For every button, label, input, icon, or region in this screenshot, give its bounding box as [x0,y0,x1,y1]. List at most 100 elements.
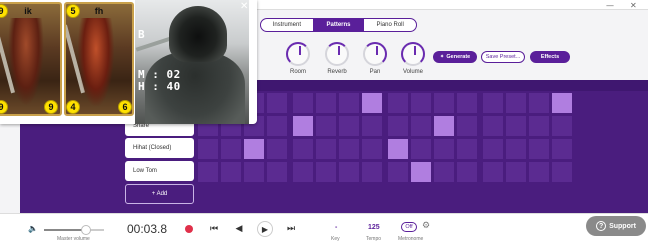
pan-knob-dial[interactable] [363,42,387,66]
game-card-ik[interactable]: ik 9 9 9 [0,2,62,116]
step-cell[interactable] [388,162,408,182]
step-cell[interactable] [434,162,454,182]
step-cell[interactable] [529,93,549,113]
step-cell[interactable] [411,116,431,136]
step-cell[interactable] [267,93,287,113]
step-cell[interactable] [457,162,477,182]
step-cell[interactable] [483,116,503,136]
step-cell[interactable] [221,162,241,182]
step-cell[interactable] [529,116,549,136]
volume-knob-dial[interactable] [401,42,425,66]
master-volume-label: Master volume [57,236,90,242]
skip-forward-button[interactable]: ⏭ [284,222,298,236]
step-cell[interactable] [506,116,526,136]
step-cell[interactable] [198,162,218,182]
rewind-button[interactable]: ◀ [232,222,246,236]
step-cell[interactable] [362,139,382,159]
step-cell[interactable] [411,93,431,113]
step-cell[interactable] [316,116,336,136]
support-button[interactable]: ? Support [586,216,646,236]
step-cell[interactable] [552,93,572,113]
step-cell[interactable] [316,162,336,182]
tab-piano-roll[interactable]: Piano Roll [364,19,416,31]
close-window-icon[interactable]: ✕ [630,1,637,10]
step-cell[interactable] [293,116,313,136]
step-cell[interactable] [552,116,572,136]
step-cell[interactable] [434,93,454,113]
step-cell[interactable] [388,93,408,113]
step-cell[interactable] [506,162,526,182]
step-cell[interactable] [244,162,264,182]
step-cell[interactable] [483,162,503,182]
step-cell[interactable] [362,93,382,113]
step-cell[interactable] [483,93,503,113]
step-cell[interactable] [267,139,287,159]
card-badge-bottom-left: 9 [0,100,8,114]
step-cell[interactable] [362,162,382,182]
close-overlay-icon[interactable]: ✕ [240,1,248,12]
tab-instrument[interactable]: Instrument [261,19,313,31]
metronome-toggle[interactable]: Off [401,222,417,232]
effects-button[interactable]: Effects [530,51,570,63]
volume-knob[interactable]: Volume [396,42,430,75]
step-cell[interactable] [293,139,313,159]
step-cell[interactable] [339,116,359,136]
instrument-row-low-tom[interactable]: Low Tom [125,161,194,181]
master-volume-thumb[interactable] [81,225,91,235]
pan-knob[interactable]: Pan [358,42,392,75]
step-cell[interactable] [434,116,454,136]
play-button[interactable]: ▶ [257,221,273,237]
step-cell[interactable] [483,139,503,159]
tempo-value[interactable]: 125 [368,224,380,231]
step-cell[interactable] [411,139,431,159]
step-cell[interactable] [316,139,336,159]
generate-label: Generate [446,54,471,60]
key-value[interactable]: - [335,224,337,231]
game-card-fh[interactable]: fh 5 4 6 [64,2,134,116]
step-cell[interactable] [244,139,264,159]
instrument-row-hihat-closed[interactable]: Hihat (Closed) [125,138,194,158]
room-knob[interactable]: Room [281,42,315,75]
step-cell[interactable] [388,139,408,159]
step-cell[interactable] [339,139,359,159]
card-name: ik [24,6,32,16]
step-cell[interactable] [267,116,287,136]
step-cell[interactable] [339,162,359,182]
room-knob-dial[interactable] [286,42,310,66]
step-cell[interactable] [434,139,454,159]
minimize-icon[interactable]: — [606,1,614,10]
step-cell[interactable] [388,116,408,136]
step-cell[interactable] [293,162,313,182]
step-cell[interactable] [457,116,477,136]
step-cell[interactable] [457,93,477,113]
add-instrument-button[interactable]: + Add [125,184,194,204]
reverb-knob[interactable]: Reverb [320,42,354,75]
portrait-hood-art [169,6,227,62]
step-cell[interactable] [411,162,431,182]
save-preset-button[interactable]: Save Preset... [481,51,525,63]
step-cell[interactable] [552,162,572,182]
step-cell[interactable] [457,139,477,159]
step-cell[interactable] [506,139,526,159]
step-cell[interactable] [552,139,572,159]
card-warrior-art [78,18,114,106]
generate-button[interactable]: ✦ Generate [433,51,477,63]
step-cell[interactable] [316,93,336,113]
skip-back-button[interactable]: ⏮ [207,222,221,236]
record-icon [185,225,193,233]
step-cell[interactable] [362,116,382,136]
master-volume-slider[interactable] [44,225,104,235]
record-button[interactable] [182,222,196,236]
step-cell[interactable] [506,93,526,113]
step-cell[interactable] [267,162,287,182]
step-cell[interactable] [221,139,241,159]
step-cell[interactable] [529,139,549,159]
step-cell[interactable] [529,162,549,182]
gear-icon[interactable]: ⚙ [422,221,430,231]
step-cell[interactable] [293,93,313,113]
reverb-knob-dial[interactable] [325,42,349,66]
speaker-icon: 🔈 [28,224,38,233]
tab-patterns[interactable]: Patterns [312,19,365,31]
step-cell[interactable] [198,139,218,159]
step-cell[interactable] [339,93,359,113]
